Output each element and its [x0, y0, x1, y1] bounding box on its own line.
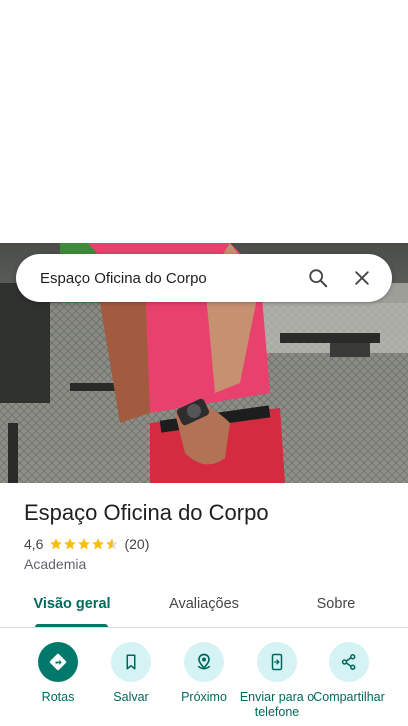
send-to-phone-button[interactable]: Enviar para o telefone — [239, 642, 315, 720]
save-button-circle — [111, 642, 151, 682]
share-label: Compartilhar — [313, 690, 385, 704]
save-label: Salvar — [113, 690, 149, 704]
close-icon — [355, 271, 369, 285]
star-full-icon — [92, 538, 105, 550]
star-full-icon — [64, 538, 77, 550]
star-full-icon — [50, 538, 63, 550]
bookmark-icon — [126, 654, 136, 670]
review-count: (20) — [124, 536, 150, 552]
share-button[interactable]: Compartilhar — [311, 642, 387, 705]
tab-reviews[interactable]: Avaliações — [152, 584, 256, 628]
directions-button[interactable]: Rotas — [20, 642, 96, 705]
search-button[interactable] — [296, 256, 340, 300]
search-input[interactable]: Espaço Oficina do Corpo — [40, 270, 296, 287]
nearby-label: Próximo — [181, 690, 227, 704]
send-to-phone-icon — [271, 653, 283, 671]
tab-overview[interactable]: Visão geral — [20, 584, 124, 628]
rating-stars — [49, 537, 119, 551]
send-to-phone-label: Enviar para o telefone — [239, 690, 315, 719]
place-category: Academia — [24, 556, 87, 572]
rating-row[interactable]: 4,6 (20) — [24, 535, 149, 553]
map-blank-area — [0, 0, 408, 243]
send-to-phone-button-circle — [257, 642, 297, 682]
tab-bar: Visão geral Avaliações Sobre — [0, 584, 408, 628]
directions-button-circle — [38, 642, 78, 682]
share-button-circle — [329, 642, 369, 682]
directions-icon — [49, 653, 67, 671]
clear-button[interactable] — [340, 256, 384, 300]
rating-value: 4,6 — [24, 536, 44, 552]
star-half-icon — [106, 538, 119, 550]
tab-about[interactable]: Sobre — [290, 584, 382, 628]
active-tab-indicator — [35, 624, 108, 627]
directions-label: Rotas — [41, 690, 75, 704]
save-button[interactable]: Salvar — [93, 642, 169, 705]
action-bar: Rotas Salvar Próximo Enviar para o telef… — [0, 642, 408, 726]
search-bar[interactable]: Espaço Oficina do Corpo — [16, 254, 392, 302]
place-title: Espaço Oficina do Corpo — [24, 500, 269, 525]
star-full-icon — [78, 538, 91, 550]
search-icon — [309, 269, 328, 288]
nearby-icon — [197, 653, 211, 670]
nearby-button-circle — [184, 642, 224, 682]
share-icon — [341, 654, 356, 670]
nearby-button[interactable]: Próximo — [166, 642, 242, 705]
